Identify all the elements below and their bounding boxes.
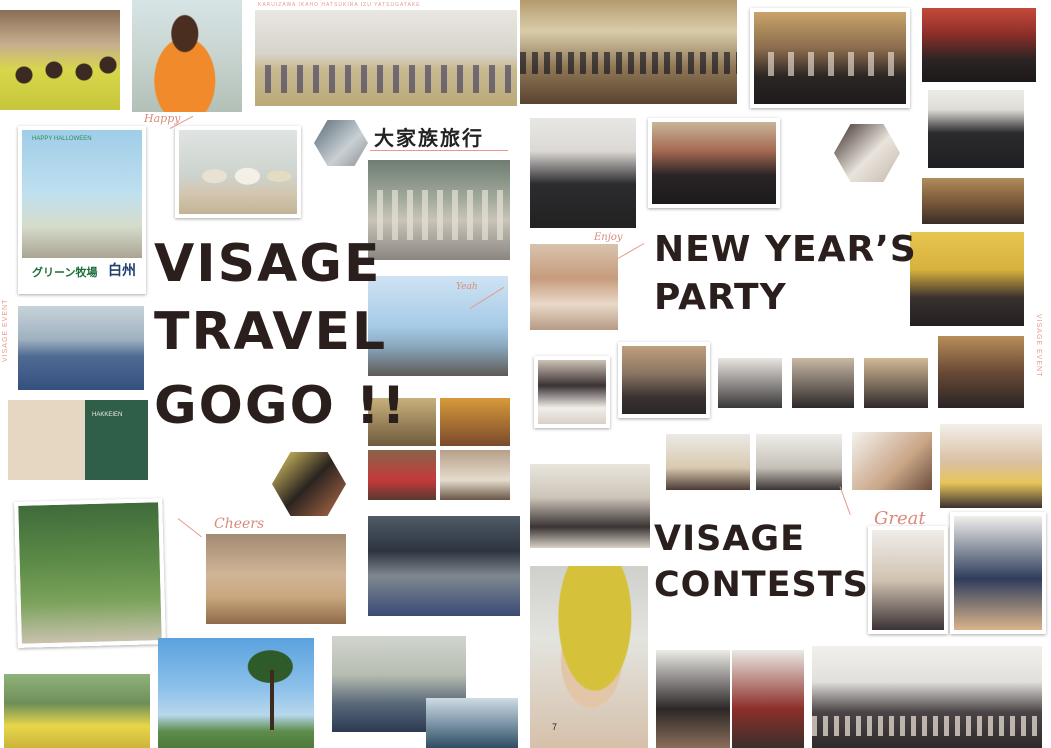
photo-hotel-sign-friends: HAKKEIEN xyxy=(8,400,148,480)
party-title-line2: PARTY xyxy=(654,277,787,318)
photo-dinner-a xyxy=(368,450,436,500)
photo-suits-hall xyxy=(530,118,636,228)
photo-beach-jump xyxy=(175,126,301,218)
travel-title-line2: TRAVEL xyxy=(154,302,388,362)
photo-hex-sunglasses xyxy=(272,452,346,516)
photo-contest-hair-work xyxy=(940,424,1042,508)
top-location-caption: KARUIZAWA IKAHO HATSUKIRA IZU YATSUGATAK… xyxy=(258,2,421,8)
photo-woman-holding-plate xyxy=(530,244,618,330)
photo-banquet-tables xyxy=(922,178,1024,224)
photo-gym-cheer-group xyxy=(255,10,517,106)
photo-suits-row xyxy=(928,90,1024,168)
photo-halloween-frame: HAPPY HALLOWEEN グリーン牧場 白州 xyxy=(18,126,146,294)
photo-ocean-rock xyxy=(426,698,518,748)
great-stroke xyxy=(839,486,851,515)
contest-title-line1: VISAGE xyxy=(654,519,806,559)
photo-forest-path xyxy=(14,498,166,648)
photo-bottom-friends xyxy=(4,674,150,748)
script-enjoy: Enjoy xyxy=(594,232,623,243)
photo-contest-stylist-b xyxy=(756,434,842,490)
photo-party-stage-b xyxy=(792,358,854,408)
green-farm-sign: グリーン牧場 xyxy=(32,267,98,279)
photo-inn-group xyxy=(368,516,520,616)
photo-palm-sky xyxy=(158,638,314,748)
photo-contest-stylist-c xyxy=(950,512,1046,634)
photo-contest-judging xyxy=(868,526,948,634)
photo-train-seats xyxy=(18,306,144,390)
cheers-stroke xyxy=(177,518,202,538)
photo-party-dance xyxy=(938,336,1024,408)
photo-hex-apple xyxy=(834,124,900,182)
photo-sea-jump xyxy=(368,276,508,376)
photo-mannequin-yellow-hair xyxy=(530,566,648,748)
photo-gold-screen-group xyxy=(910,232,1024,326)
shiroshu-sign: 白州 xyxy=(108,262,136,278)
enjoy-stroke xyxy=(617,243,645,259)
contest-title-line2: CONTESTS xyxy=(654,565,869,605)
photo-party-stage-c xyxy=(864,358,928,408)
photo-party-crowd xyxy=(618,342,710,418)
photo-family-trip-group xyxy=(368,160,510,260)
page-number: 7 xyxy=(552,722,558,732)
photo-orange-shirt-mic xyxy=(132,0,242,112)
photo-onsen-b xyxy=(440,398,510,446)
family-trip-underline xyxy=(370,150,508,151)
photo-contest-models xyxy=(530,464,650,548)
photo-contest-hall xyxy=(812,646,1042,748)
family-trip-heading: 大家族旅行 xyxy=(374,126,484,150)
photo-cheers-table xyxy=(206,534,346,624)
photo-party-table xyxy=(534,356,610,428)
photo-red-hair-group xyxy=(648,118,780,208)
script-great: Great xyxy=(874,508,926,529)
hotel-sign-text: HAKKEIEN xyxy=(92,412,123,418)
photo-dinner-b xyxy=(440,450,510,500)
party-title-line1: NEW YEAR’S xyxy=(654,229,917,270)
travel-title-line1: VISAGE xyxy=(154,234,382,294)
photo-yellow-tshirts-group xyxy=(0,10,120,110)
halloween-text: HAPPY HALLOWEEN xyxy=(32,136,92,142)
script-happy: Happy xyxy=(144,112,181,125)
photo-hex-friends xyxy=(314,120,368,166)
photo-contest-closeup xyxy=(852,432,932,490)
travel-title-line3: GOGO !! xyxy=(154,376,408,436)
photo-stage-group-top-right xyxy=(922,8,1036,82)
script-cheers: Cheers xyxy=(214,516,265,532)
script-yeah: Yeah xyxy=(456,282,478,292)
photo-contest-bottom-b xyxy=(732,650,804,748)
side-label-left: VISAGE EVENT xyxy=(2,298,9,362)
photo-contest-stylist-a xyxy=(666,434,750,490)
photo-new-year-group xyxy=(750,8,910,108)
photo-party-stage-a xyxy=(718,358,782,408)
side-label-right: VISAGE EVENT xyxy=(1035,314,1042,378)
photo-contest-bottom-a xyxy=(656,650,730,748)
photo-banquet-hall xyxy=(520,0,737,104)
